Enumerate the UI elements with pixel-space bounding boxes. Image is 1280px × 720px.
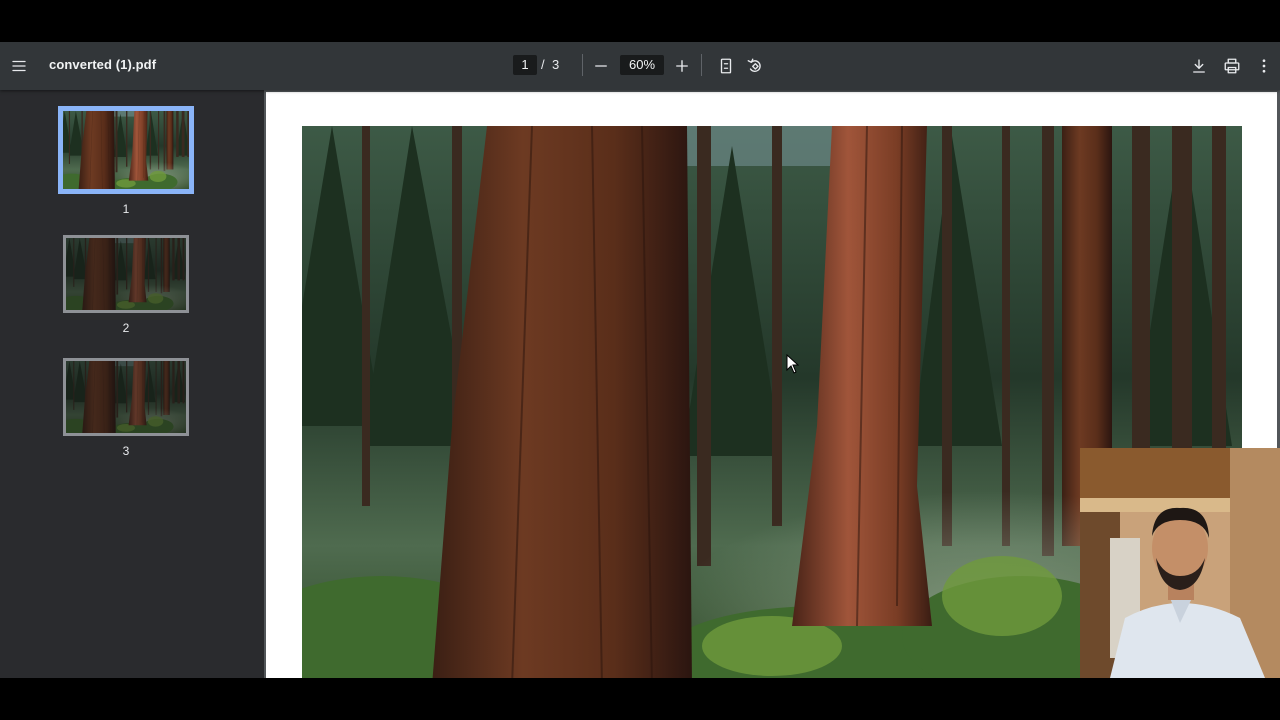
fit-to-page-icon (720, 58, 732, 74)
thumbnail-image (63, 358, 189, 436)
current-page-input[interactable] (513, 55, 537, 75)
rotate-button[interactable] (741, 52, 769, 80)
print-button[interactable] (1218, 52, 1246, 80)
zoom-in-button[interactable] (668, 52, 696, 80)
thumbnail-page-1[interactable]: 1 (0, 106, 252, 216)
download-icon (1193, 59, 1205, 73)
thumbnail-image (58, 106, 194, 194)
more-vert-icon (1262, 59, 1266, 73)
thumbnail-page-3[interactable]: 3 (0, 358, 252, 458)
mouse-cursor (786, 354, 800, 374)
toolbar: converted (1).pdf / 3 (0, 42, 1280, 90)
rotate-counterclockwise-icon (747, 58, 761, 72)
zoom-out-button[interactable] (587, 52, 615, 80)
zoom-level-input[interactable] (620, 55, 664, 75)
toolbar-divider (701, 54, 702, 76)
more-options-button[interactable] (1250, 52, 1278, 80)
print-icon (1224, 58, 1240, 74)
toolbar-divider (582, 54, 583, 76)
plus-icon (676, 60, 688, 72)
thumbnail-label: 1 (122, 202, 130, 216)
thumbnail-sidebar: 1 2 3 (0, 90, 264, 678)
webcam-overlay (1080, 448, 1280, 678)
thumbnail-label: 3 (122, 444, 130, 458)
menu-icon[interactable] (5, 52, 33, 80)
fit-to-page-button[interactable] (712, 52, 740, 80)
file-name: converted (1).pdf (49, 57, 157, 72)
thumbnail-page-2[interactable]: 2 (0, 235, 252, 335)
total-pages: 3 (552, 57, 560, 72)
thumbnail-label: 2 (122, 321, 130, 335)
page-separator: / (541, 57, 545, 72)
minus-icon (595, 65, 607, 67)
thumbnail-image (63, 235, 189, 313)
download-button[interactable] (1185, 52, 1213, 80)
